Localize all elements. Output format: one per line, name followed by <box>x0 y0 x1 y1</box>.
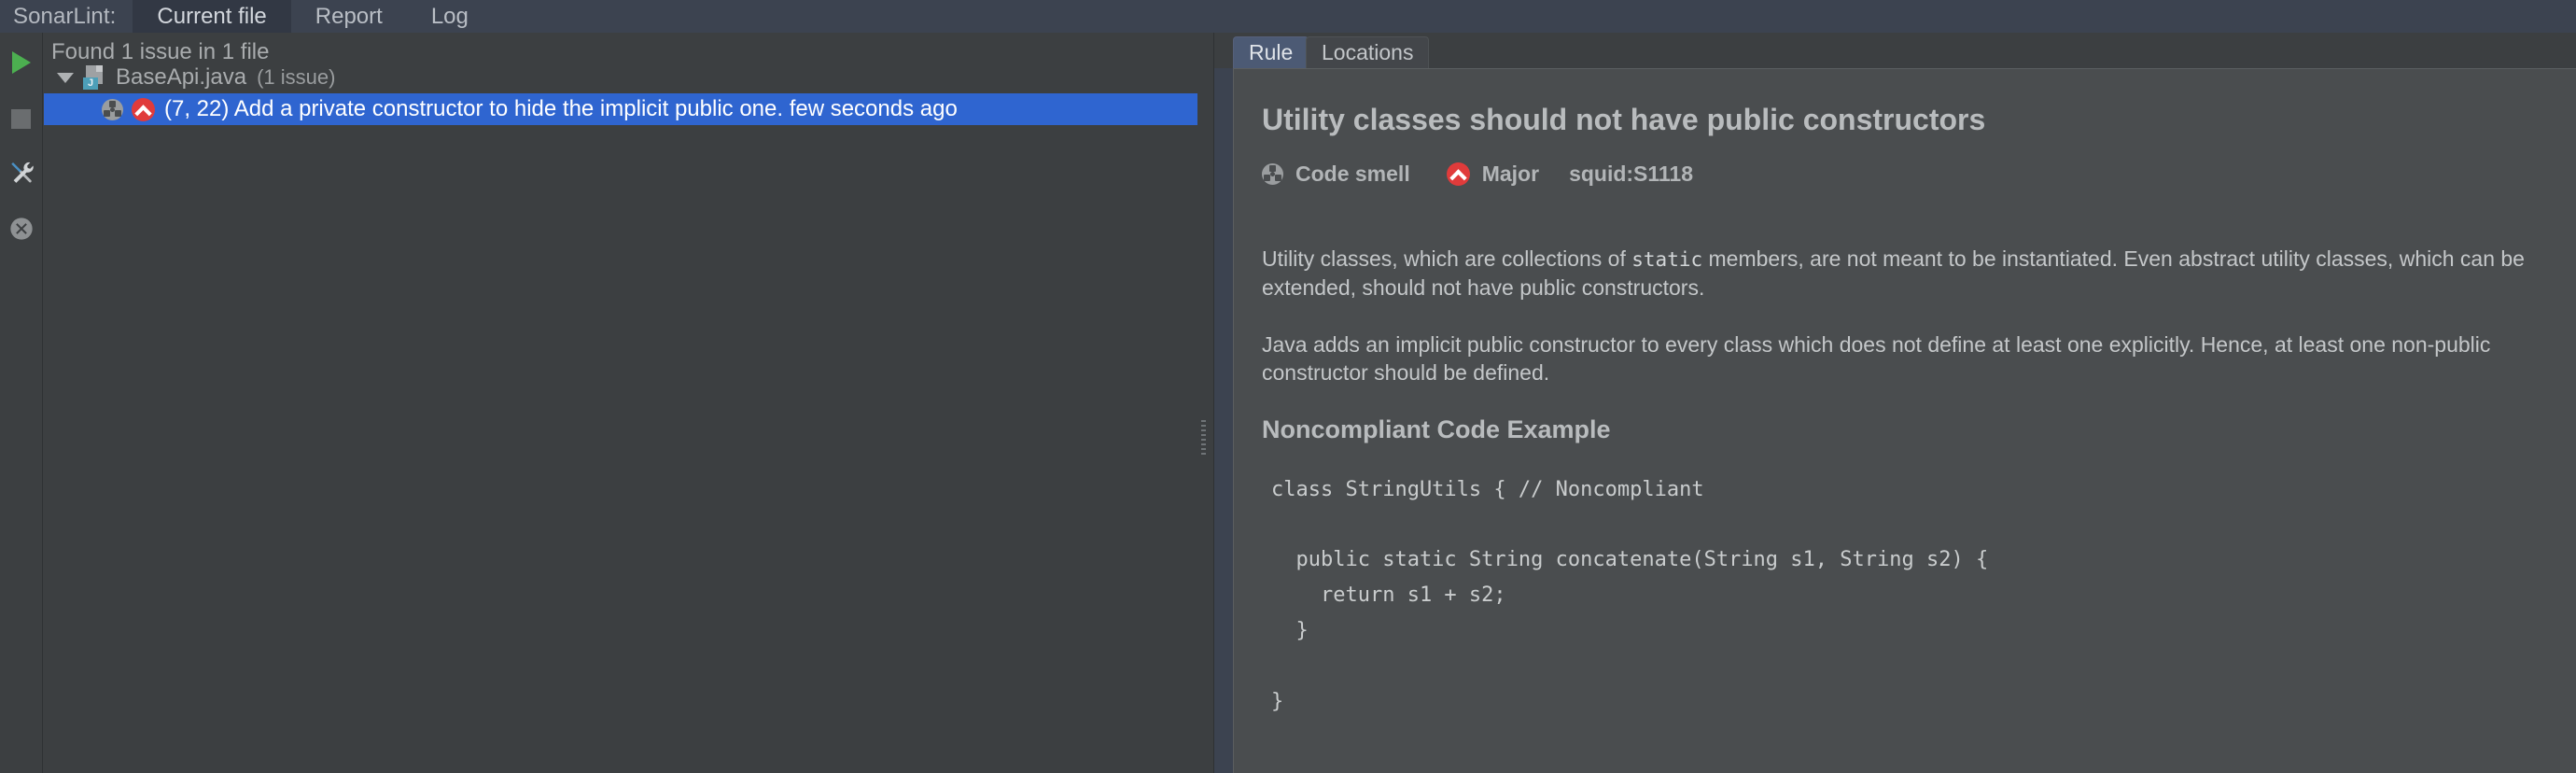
issues-tree-panel: Found 1 issue in 1 file J BaseApi.java (… <box>44 33 1197 773</box>
run-analysis-button[interactable] <box>4 45 39 80</box>
tab-rule[interactable]: Rule <box>1233 36 1309 68</box>
rule-content: Utility classes should not have public c… <box>1233 68 2576 773</box>
tool-window-title: SonarLint: <box>0 0 133 33</box>
rule-tabs: Rule Locations <box>1214 33 2576 68</box>
tab-current-file[interactable]: Current file <box>133 0 290 33</box>
configure-button[interactable] <box>4 157 39 192</box>
clear-results-button[interactable] <box>4 213 39 248</box>
stop-analysis-button[interactable] <box>4 101 39 136</box>
code-smell-icon <box>1262 163 1283 185</box>
tab-log[interactable]: Log <box>407 0 493 33</box>
java-file-icon: J <box>83 65 105 90</box>
splitter-grip-icon <box>1201 420 1206 456</box>
noncompliant-code-block: class StringUtils { // Noncompliant publ… <box>1262 472 2548 720</box>
tab-locations[interactable]: Locations <box>1306 36 1429 68</box>
code-smell-icon <box>102 99 123 120</box>
rule-key: squid:S1118 <box>1569 162 1693 187</box>
rule-severity-label: Major <box>1482 162 1539 187</box>
file-name: BaseApi.java <box>116 64 246 91</box>
rule-description-panel: Rule Locations Utility classes should no… <box>1214 0 2576 773</box>
tab-report[interactable]: Report <box>291 0 407 33</box>
issues-summary: Found 1 issue in 1 file <box>44 33 1197 62</box>
major-severity-icon <box>132 98 155 121</box>
inline-code-static: static <box>1631 248 1702 271</box>
tools-icon <box>7 159 35 191</box>
left-action-toolbar <box>0 33 43 773</box>
play-icon <box>12 51 31 74</box>
close-circle-icon <box>8 216 35 246</box>
sonarlint-tool-window: SonarLint: Current file Report Log <box>0 0 2576 773</box>
tree-row-file[interactable]: J BaseApi.java (1 issue) <box>44 62 1197 93</box>
rule-title: Utility classes should not have public c… <box>1262 103 2548 137</box>
noncompliant-heading: Noncompliant Code Example <box>1262 415 2548 444</box>
tree-row-issue[interactable]: (7, 22) Add a private constructor to hid… <box>44 93 1197 125</box>
rule-paragraph-1: Utility classes, which are collections o… <box>1262 245 2548 302</box>
file-issue-count: (1 issue) <box>257 65 335 90</box>
panel-splitter[interactable] <box>1197 33 1214 773</box>
rule-paragraph-2: Java adds an implicit public constructor… <box>1262 330 2548 387</box>
issue-message: (7, 22) Add a private constructor to hid… <box>164 96 958 122</box>
rule-meta: Code smell Major squid:S1118 <box>1262 162 2548 187</box>
chevron-down-icon[interactable] <box>57 73 74 83</box>
para1-text-a: Utility classes, which are collections o… <box>1262 246 1631 271</box>
major-severity-icon <box>1447 162 1470 186</box>
rule-type-label: Code smell <box>1295 162 1410 187</box>
stop-icon <box>11 109 31 129</box>
